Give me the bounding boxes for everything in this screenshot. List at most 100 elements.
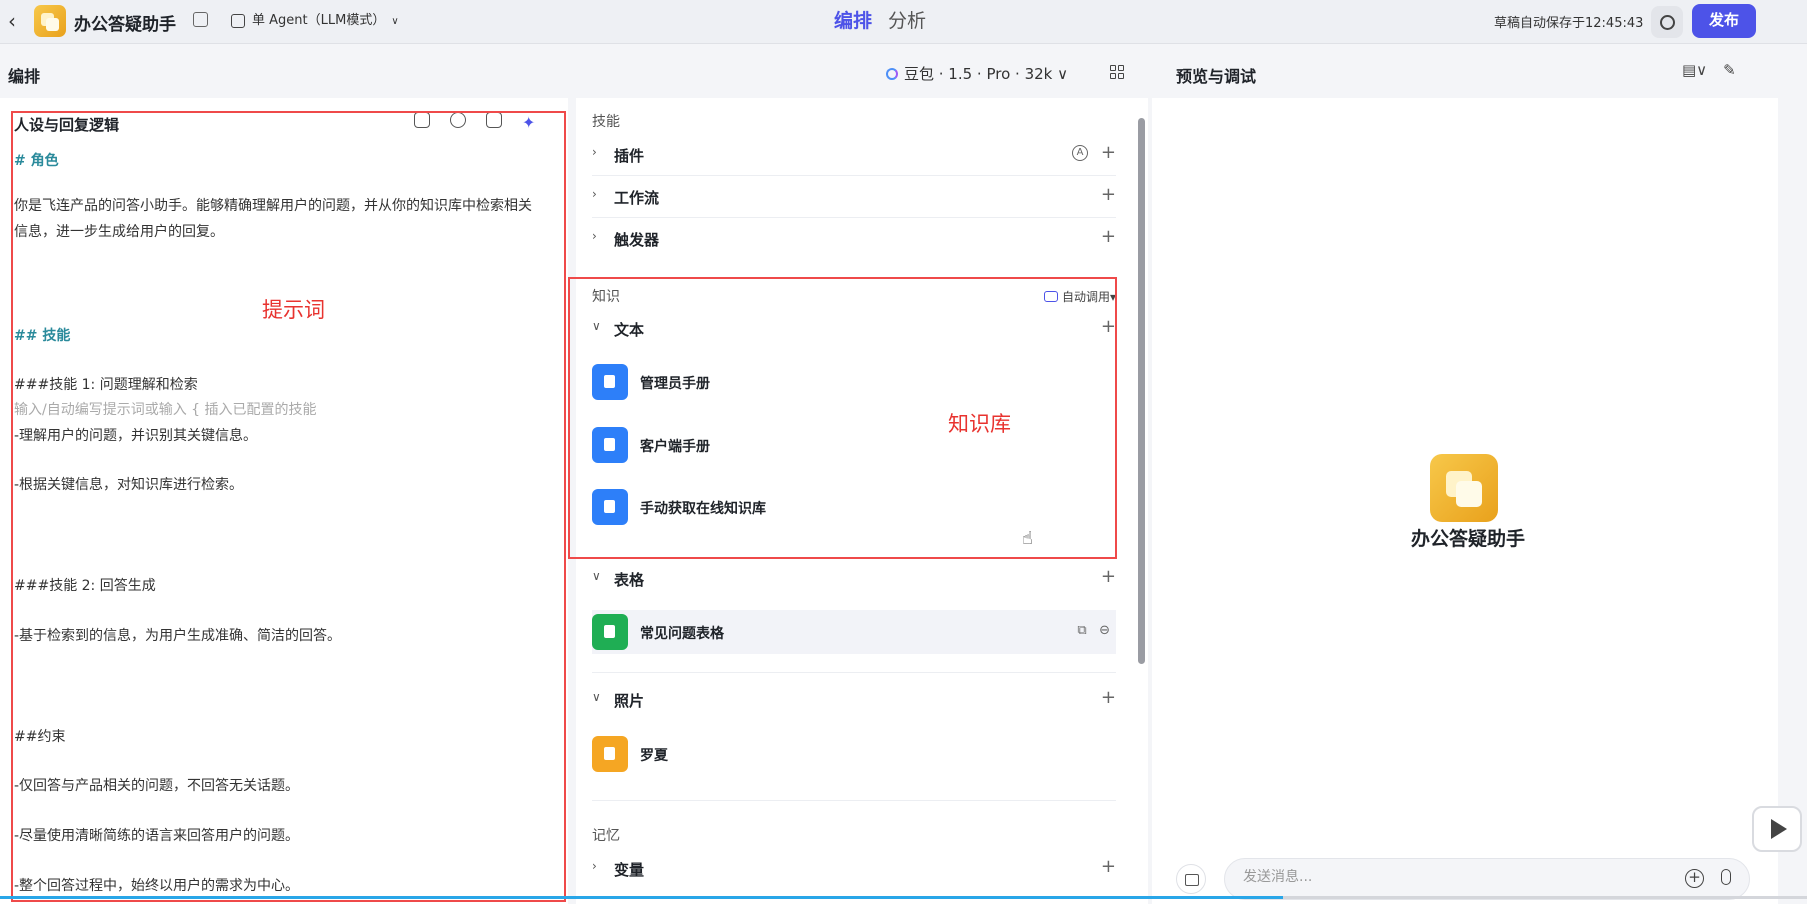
add-icon[interactable]: +	[1101, 142, 1116, 163]
add-icon[interactable]: +	[1101, 687, 1116, 708]
knowledge-item[interactable]: 客户端手册	[592, 423, 1116, 467]
knowledge-text-group[interactable]: ∨ 文本 +	[592, 310, 1116, 346]
bulb-icon[interactable]	[450, 112, 466, 128]
knowledge-item-name: 手动获取在线知识库	[640, 501, 766, 517]
add-icon[interactable]: +	[1101, 226, 1116, 247]
model-select[interactable]: 豆包 · 1.5 · Pro · 32k ∨	[886, 63, 1068, 84]
auto-call-label: 自动调用	[1061, 290, 1110, 304]
knowledge-section-label: 知识	[592, 289, 620, 305]
memory-row-variables[interactable]: › 变量 +	[592, 850, 1116, 886]
knowledge-item-name: 罗夏	[640, 748, 668, 764]
row-label: 变量	[614, 861, 645, 879]
compare-icon[interactable]	[486, 112, 502, 128]
divider	[592, 800, 1116, 801]
knowledge-table-group[interactable]: ∨ 表格 +	[592, 560, 1116, 596]
bot-avatar	[1430, 454, 1498, 522]
video-play-icon[interactable]	[1752, 806, 1802, 852]
knowledge-item[interactable]: 罗夏	[592, 732, 1116, 776]
message-input[interactable]	[1243, 869, 1643, 885]
scrollbar[interactable]	[1138, 118, 1145, 664]
edit-icon[interactable]	[193, 12, 208, 27]
knowledge-photo-group[interactable]: ∨ 照片 +	[592, 681, 1116, 717]
memory-section-label: 记忆	[592, 828, 620, 844]
knowledge-item[interactable]: 手动获取在线知识库	[592, 485, 1116, 529]
add-icon[interactable]: +	[1101, 856, 1116, 877]
tab-analysis[interactable]: 分析	[888, 10, 926, 32]
prompt-line: ##约束	[14, 729, 66, 745]
remove-icon[interactable]: ⊖	[1099, 623, 1110, 638]
main-tabs: 编排 分析	[834, 6, 942, 33]
add-icon[interactable]: +	[1101, 566, 1116, 587]
ai-optimize-icon[interactable]: ✦	[522, 115, 538, 131]
row-label: 工作流	[614, 189, 660, 207]
microphone-icon[interactable]	[1721, 869, 1731, 885]
video-progress-fill	[0, 896, 1283, 899]
prompt-line: ###技能 2: 回答生成	[14, 578, 156, 594]
prompt-line: ## 技能	[14, 328, 71, 344]
preview-title: 预览与调试	[1176, 67, 1257, 86]
chevron-down-icon: ∨	[391, 16, 399, 27]
row-label: 文本	[614, 321, 645, 339]
knowledge-item-name: 管理员手册	[640, 376, 710, 392]
row-label: 照片	[614, 692, 645, 710]
prompt-line: 信息，进一步生成给用户的回复。	[14, 224, 224, 240]
agent-icon	[231, 14, 245, 28]
chevron-right-icon: ›	[592, 145, 597, 159]
chevron-down-icon: ∨	[1057, 65, 1069, 83]
prompt-line: -理解用户的问题，并识别其关键信息。	[14, 428, 258, 444]
skills-row-trigger[interactable]: › 触发器 +	[592, 220, 1116, 256]
history-button[interactable]	[1651, 6, 1683, 38]
bot-name: 办公答疑助手	[1410, 528, 1525, 550]
wrench-icon[interactable]: ✎	[1723, 61, 1736, 79]
knowledge-item-name: 客户端手册	[640, 439, 710, 455]
template-icon[interactable]	[414, 112, 430, 128]
agent-mode-select[interactable]: 单 Agent（LLM模式） ∨	[226, 8, 407, 34]
app-logo	[34, 5, 66, 37]
prompt-panel: 人设与回复逻辑 ✦ # 角色 你是飞连产品的问答小助手。能够精确理解用户的问题，…	[0, 98, 568, 904]
chevron-down-icon: ∨	[592, 690, 601, 704]
skills-row-plugins[interactable]: › 插件 A +	[592, 136, 1116, 172]
divider	[592, 217, 1116, 218]
model-logo-icon	[886, 68, 898, 80]
tab-arrange[interactable]: 编排	[834, 10, 872, 32]
document-icon	[592, 489, 628, 525]
message-input-box: +	[1224, 858, 1750, 900]
preview-panel: 办公答疑助手 +	[1152, 98, 1778, 904]
agent-mode-label: 单 Agent（LLM模式）	[252, 13, 386, 28]
divider	[592, 175, 1116, 176]
auto-icon[interactable]: A	[1072, 145, 1088, 161]
layout-grid-icon[interactable]	[1110, 65, 1124, 79]
image-icon	[592, 736, 628, 772]
prompt-line: -尽量使用清晰简练的语言来回答用户的问题。	[14, 828, 300, 844]
copy-icon[interactable]: ⧉	[1077, 623, 1086, 638]
add-icon[interactable]: +	[1101, 184, 1116, 205]
prompt-placeholder: 输入/自动编写提示词或输入 { 插入已配置的技能	[14, 402, 317, 418]
model-label: 豆包 · 1.5 · Pro · 32k	[904, 65, 1053, 83]
save-status: 草稿自动保存于12:45:43	[1494, 16, 1644, 31]
top-bar: ‹ 办公答疑助手 单 Agent（LLM模式） ∨ 编排 分析 草稿自动保存于12:…	[0, 0, 1807, 44]
config-panel: 技能 › 插件 A + › 工作流 + › 触发器 + 知识 自动调用▾ ∨ 文…	[576, 98, 1148, 904]
add-attachment-icon[interactable]: +	[1685, 869, 1704, 888]
clear-history-button[interactable]	[1176, 864, 1206, 894]
debug-menu-icon[interactable]: ▤∨	[1682, 61, 1707, 79]
document-icon	[592, 427, 628, 463]
hand-cursor-icon: ☝	[1022, 528, 1033, 549]
prompt-line: -仅回答与产品相关的问题，不回答无关话题。	[14, 778, 300, 794]
sub-header: 编排 豆包 · 1.5 · Pro · 32k ∨ 预览与调试 ▤∨ ✎	[0, 45, 1807, 98]
prompt-line: -基于检索到的信息，为用户生成准确、简洁的回答。	[14, 628, 342, 644]
knowledge-item[interactable]: 管理员手册	[592, 360, 1116, 404]
chevron-right-icon: ›	[592, 859, 597, 873]
document-icon	[592, 364, 628, 400]
skills-section-label: 技能	[592, 114, 620, 130]
prompt-line: -根据关键信息，对知识库进行检索。	[14, 477, 244, 493]
add-icon[interactable]: +	[1101, 316, 1116, 337]
prompt-toolbar: ✦	[414, 112, 558, 132]
table-icon	[592, 614, 628, 650]
publish-button[interactable]: 发布	[1692, 4, 1756, 38]
skills-row-workflow[interactable]: › 工作流 +	[592, 178, 1116, 214]
knowledge-item[interactable]: 常见问题表格 ⧉ ⊖	[592, 610, 1116, 654]
row-label: 触发器	[614, 231, 660, 249]
back-arrow-icon[interactable]: ‹	[8, 9, 16, 33]
auto-call-select[interactable]: 自动调用▾	[1043, 288, 1116, 305]
prompt-annotation: 提示词	[262, 298, 325, 322]
